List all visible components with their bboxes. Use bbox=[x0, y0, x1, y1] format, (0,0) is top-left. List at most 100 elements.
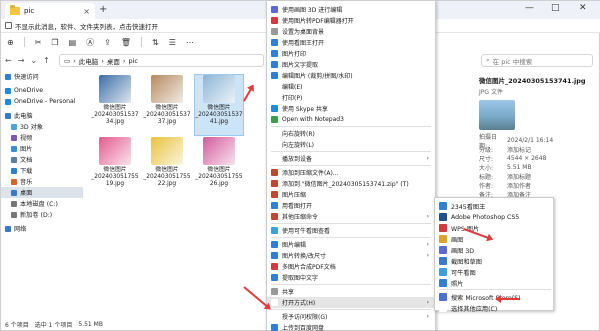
up-icon[interactable]: ↑ bbox=[43, 56, 50, 65]
detail-preview bbox=[479, 100, 515, 130]
breadcrumb-chevron-icon: › bbox=[101, 56, 104, 65]
context-menu-item[interactable]: 使用图片转PDF编辑器打开 bbox=[267, 15, 435, 26]
context-menu-item[interactable]: 授予访问权限(G) › bbox=[267, 311, 435, 322]
context-menu-item[interactable]: 向右旋转(R) bbox=[267, 128, 435, 139]
detail-value[interactable]: 添加标题 bbox=[507, 172, 531, 181]
context-menu-item[interactable]: 提取图中文字 bbox=[267, 272, 435, 283]
context-menu-item[interactable]: 播放到设备 › bbox=[267, 153, 435, 164]
paste-icon[interactable]: ▤ bbox=[69, 38, 77, 47]
cut-icon[interactable]: ✂ bbox=[35, 38, 42, 47]
context-menu-item[interactable]: 其他压缩命令 › bbox=[267, 211, 435, 222]
open-with-submenu: 2345看图王 Adobe Photoshop CS5 WPS 图片 画图 画图 3D 截… bbox=[434, 197, 554, 314]
sidebar-item[interactable]: 音乐 bbox=[1, 176, 83, 187]
rename-icon[interactable]: Ⓐ bbox=[86, 37, 94, 48]
context-menu-item[interactable]: 多图片合成PDF文档 bbox=[267, 261, 435, 272]
context-menu-item[interactable]: 上传到百度网盘 bbox=[267, 322, 435, 331]
open-with-item[interactable]: 选择其他应用(C) bbox=[435, 302, 553, 314]
breadcrumb-pic[interactable]: pic bbox=[128, 57, 138, 65]
copy-icon[interactable]: ❐ bbox=[51, 38, 58, 47]
recent-icon[interactable]: ⌄ bbox=[30, 56, 37, 65]
file-item[interactable]: 微信图片_202403051755 22.jpg bbox=[143, 137, 191, 197]
context-menu-item[interactable]: 图片压缩 bbox=[267, 189, 435, 200]
context-menu-item[interactable]: 打印(P) bbox=[267, 92, 435, 103]
forward-icon[interactable]: → bbox=[18, 56, 25, 65]
app-icon bbox=[439, 246, 447, 254]
open-with-item[interactable]: 照片 bbox=[435, 277, 553, 289]
context-menu-item[interactable]: 向左旋转(L) bbox=[267, 139, 435, 150]
close-button[interactable]: ✕ bbox=[579, 3, 587, 13]
sidebar-item[interactable]: OneDrive bbox=[1, 85, 83, 96]
notice-checkbox[interactable] bbox=[5, 22, 12, 29]
back-icon[interactable]: ← bbox=[5, 56, 12, 65]
app-icon bbox=[439, 224, 447, 232]
context-menu-item[interactable]: 图片打印 bbox=[267, 48, 435, 59]
file-item[interactable]: 微信图片_202403051755 26.jpg bbox=[195, 137, 243, 197]
sidebar-item[interactable]: 本地磁盘 (C:) bbox=[1, 198, 83, 209]
minimize-button[interactable]: — bbox=[525, 3, 534, 13]
detail-key: 作者: bbox=[479, 183, 494, 190]
sidebar-item[interactable]: 视频 bbox=[1, 132, 83, 143]
detail-value[interactable]: 5.51 MB bbox=[507, 164, 532, 171]
context-menu-item[interactable]: 使用可牛看图查看 bbox=[267, 225, 435, 236]
file-item[interactable]: 微信图片_202403051755 19.jpg bbox=[91, 137, 139, 197]
detail-value[interactable]: 4544 × 2648 bbox=[507, 155, 546, 162]
sidebar-item[interactable]: 图片 bbox=[1, 143, 83, 154]
menu-item-label: 其他压缩命令 bbox=[282, 214, 319, 221]
context-menu-item[interactable]: 使用看图王打开 bbox=[267, 37, 435, 48]
tab-pic[interactable]: pic × bbox=[5, 3, 95, 19]
view-icon[interactable]: ☰ bbox=[169, 38, 176, 47]
file-item[interactable]: 微信图片_202403051537 34.jpg bbox=[91, 75, 139, 135]
sidebar-item-label: 快速访问 bbox=[14, 74, 39, 81]
detail-value[interactable]: 2024/2/1 16:14 bbox=[507, 137, 553, 144]
context-menu-item[interactable]: 共享 bbox=[267, 286, 435, 297]
context-menu-item[interactable]: Open with Notepad3 bbox=[267, 114, 435, 125]
menu-item-label: Open with Notepad3 bbox=[282, 116, 344, 123]
search-input[interactable]: ⌕ 在 pic 中搜索 bbox=[481, 54, 593, 67]
address-bar[interactable]: ▭ › 此电脑 › 桌面 › pic bbox=[59, 54, 264, 67]
sidebar-item[interactable]: 网络 bbox=[1, 223, 83, 234]
sidebar-item-icon bbox=[5, 73, 11, 80]
sidebar-item[interactable]: 新加卷 (D:) bbox=[1, 209, 83, 220]
context-menu-item[interactable]: 使用画图 3D 进行编辑 bbox=[267, 4, 435, 15]
maximize-button[interactable]: □ bbox=[551, 3, 560, 13]
sort-icon[interactable]: ⇅ bbox=[152, 38, 159, 47]
detail-value[interactable]: 添加标记 bbox=[507, 145, 531, 154]
context-menu-item[interactable]: 使用 Skype 共享 bbox=[267, 103, 435, 114]
sidebar-item-label: 3D 对象 bbox=[20, 124, 44, 131]
context-menu-item[interactable]: 用看图打开 bbox=[267, 200, 435, 211]
menu-divider bbox=[271, 223, 431, 224]
context-menu-item[interactable]: 图片转换/改尺寸 › bbox=[267, 250, 435, 261]
share-icon[interactable]: ⇪ bbox=[104, 38, 111, 47]
context-menu-item[interactable]: 设置为桌面背景 bbox=[267, 26, 435, 37]
more-icon[interactable]: ⋯ bbox=[186, 38, 194, 47]
context-menu-item[interactable]: 添加到 "微信图片_20240305153741.zip" (T) bbox=[267, 178, 435, 189]
sidebar-item[interactable]: 此电脑 bbox=[1, 110, 83, 121]
status-size: 5.51 MB bbox=[78, 321, 103, 328]
tab-close-icon[interactable]: × bbox=[83, 7, 90, 16]
context-menu-item[interactable]: 图片编辑 › bbox=[267, 239, 435, 250]
detail-value[interactable]: 添加作者 bbox=[507, 181, 531, 190]
context-menu: 使用画图 3D 进行编辑 使用图片转PDF编辑器打开 设置为桌面背景 使用看图王打开图… bbox=[266, 0, 436, 331]
context-menu-item[interactable]: 编辑(E) bbox=[267, 81, 435, 92]
app-icon bbox=[439, 235, 447, 243]
sidebar-item[interactable]: OneDrive - Personal bbox=[1, 96, 83, 107]
menu-item-icon bbox=[271, 105, 278, 112]
delete-icon[interactable]: 🗑 bbox=[121, 38, 131, 47]
sidebar-item[interactable]: 桌面 bbox=[1, 187, 83, 198]
context-menu-item[interactable]: 图片文字提取 bbox=[267, 59, 435, 70]
file-item[interactable]: 微信图片_202403051537 41.jpg bbox=[194, 74, 244, 136]
sidebar-item-icon bbox=[11, 123, 17, 130]
menu-item-icon bbox=[271, 39, 278, 46]
sidebar-item[interactable]: 文档 bbox=[1, 154, 83, 165]
context-menu-item[interactable]: 编辑图片 (裁剪/拼图/水印) bbox=[267, 70, 435, 81]
breadcrumb-desktop[interactable]: 桌面 bbox=[107, 56, 120, 66]
sidebar-item[interactable]: 下载 bbox=[1, 165, 83, 176]
breadcrumb-this-pc[interactable]: 此电脑 bbox=[79, 56, 99, 66]
sidebar-item[interactable]: 快速访问 bbox=[1, 71, 83, 82]
new-icon[interactable]: ⊕ bbox=[7, 38, 14, 47]
context-menu-item[interactable]: 打开方式(H) › bbox=[267, 297, 435, 308]
context-menu-item[interactable]: 添加到压缩文件(A)... bbox=[267, 167, 435, 178]
sidebar-item[interactable]: 3D 对象 bbox=[1, 121, 83, 132]
new-tab-button[interactable]: + bbox=[99, 4, 107, 15]
file-item[interactable]: 微信图片_202403051537 37.jpg bbox=[143, 75, 191, 135]
